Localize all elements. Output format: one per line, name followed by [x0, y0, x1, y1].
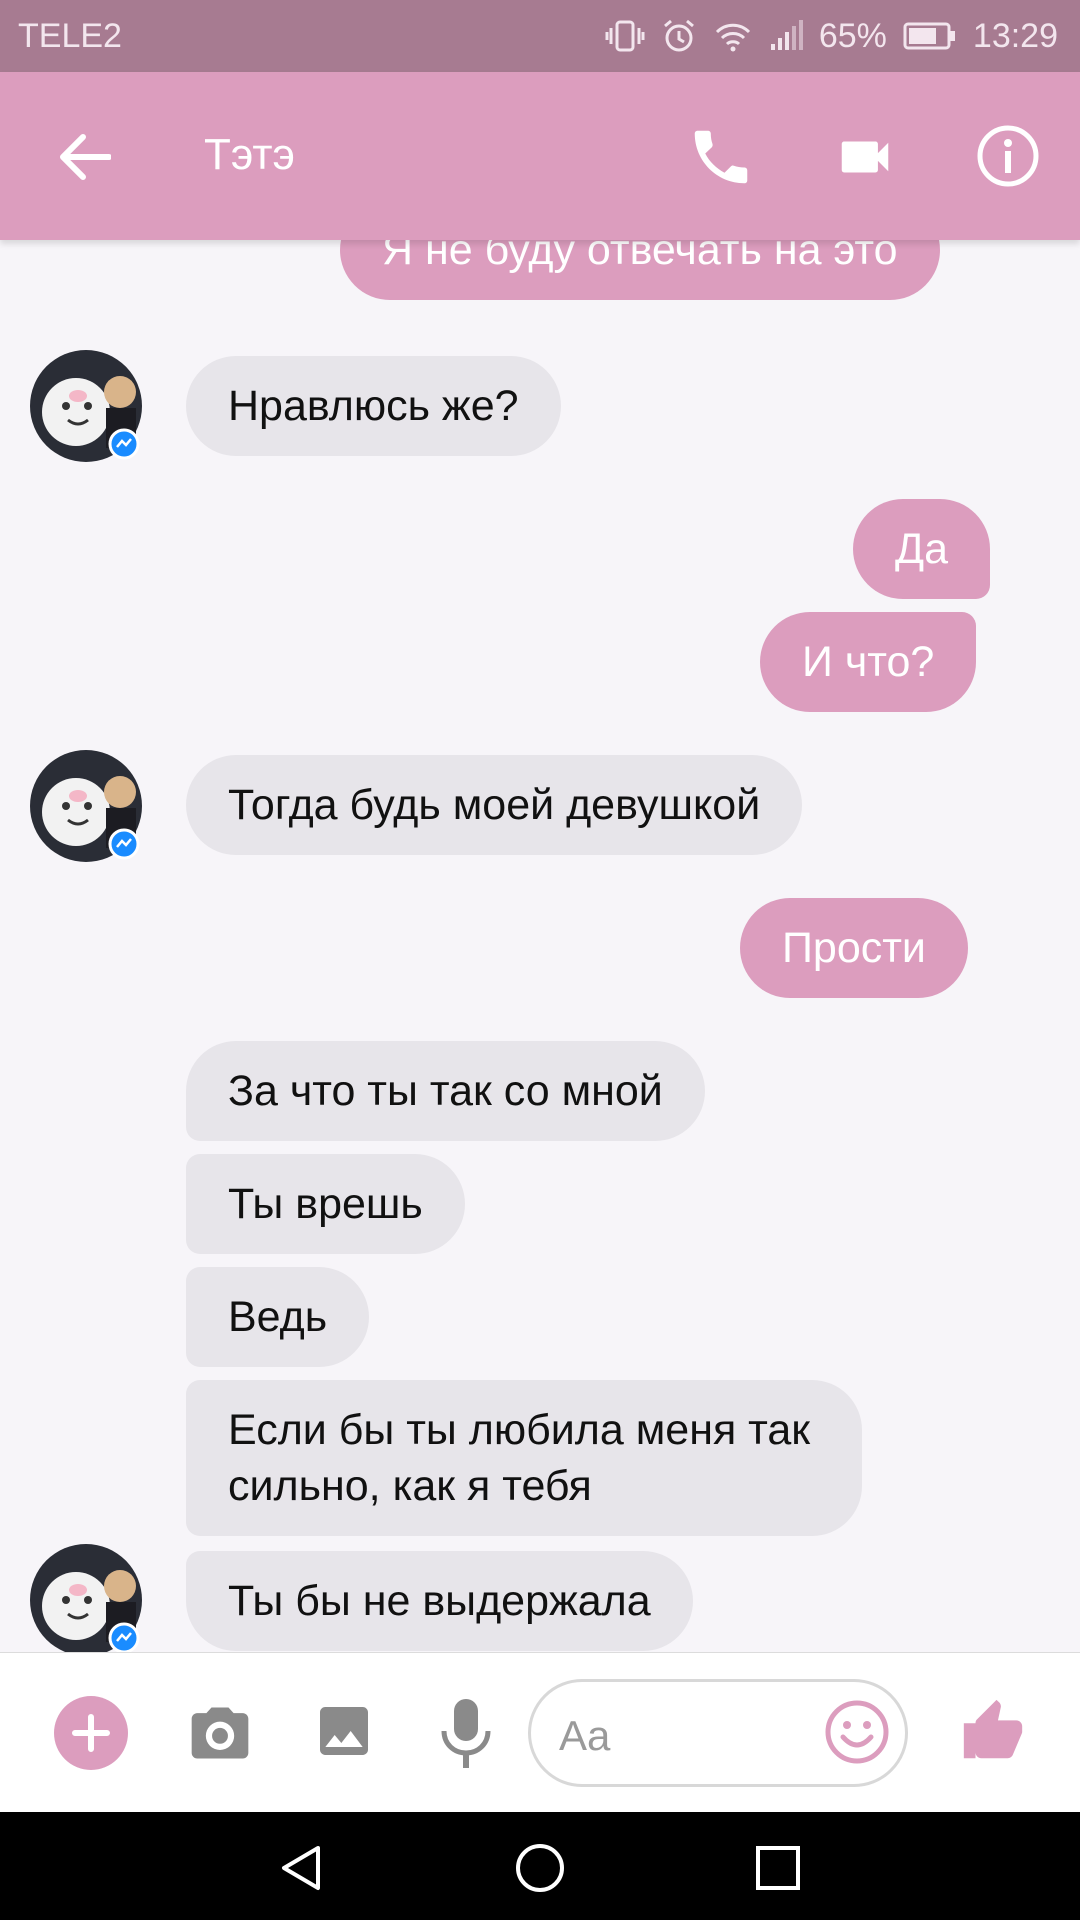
message-outgoing[interactable]: И что? [760, 612, 977, 712]
thumbs-up-icon[interactable] [958, 1693, 1028, 1771]
avatar[interactable] [28, 1542, 144, 1652]
message-incoming[interactable]: Ведь [186, 1267, 370, 1367]
message-incoming[interactable]: Нравлюсь же? [186, 356, 561, 456]
alarm-icon [661, 18, 697, 54]
image-icon[interactable] [312, 1699, 376, 1763]
avatar[interactable] [28, 748, 144, 864]
message-incoming[interactable]: Ты врешь [186, 1154, 465, 1254]
video-camera-icon[interactable] [834, 126, 896, 188]
plus-icon[interactable] [54, 1696, 128, 1770]
message-line: Если бы ты любила меня так [228, 1406, 811, 1454]
message-outgoing[interactable]: Да [853, 499, 991, 599]
vibrate-icon [605, 18, 645, 54]
camera-icon[interactable] [186, 1699, 254, 1767]
phone-icon[interactable] [686, 122, 756, 192]
status-icons: 65% 13:29 [605, 17, 1058, 56]
message-incoming[interactable]: За что ты так со мной [186, 1041, 705, 1141]
message-outgoing[interactable]: Я не буду отвечать на это [340, 240, 940, 300]
emoji-icon[interactable] [824, 1699, 890, 1765]
message-incoming[interactable]: Ты бы не выдержала [186, 1551, 693, 1651]
message-composer: Aa [0, 1652, 1080, 1812]
message-input-placeholder: Aa [559, 1712, 611, 1759]
clock: 13:29 [972, 16, 1058, 55]
microphone-icon[interactable] [440, 1697, 492, 1771]
message-incoming[interactable]: Тогда будь моей девушкой [186, 755, 803, 855]
message-incoming[interactable]: Если бы ты любила меня так сильно, как я… [186, 1380, 863, 1536]
signal-icon [769, 20, 803, 52]
contact-name[interactable]: Тэтэ [204, 130, 295, 180]
info-icon[interactable] [976, 124, 1040, 188]
home-circle-icon[interactable] [514, 1842, 566, 1894]
wifi-icon [713, 18, 753, 54]
recents-square-icon[interactable] [752, 1842, 804, 1894]
battery-percent: 65% [818, 16, 887, 55]
avatar[interactable] [28, 348, 144, 464]
message-list[interactable]: Я не буду отвечать на это Нравлюсь же? Д… [0, 240, 1080, 1652]
message-outgoing[interactable]: Прости [740, 898, 968, 998]
battery-icon [903, 21, 957, 51]
status-bar: TELE2 65% 13:29 [0, 0, 1080, 72]
message-line: сильно, как я тебя [228, 1462, 592, 1510]
back-arrow-icon[interactable] [52, 124, 118, 190]
carrier-name: TELE2 [18, 16, 122, 55]
chat-header: Тэтэ [0, 72, 1080, 240]
back-triangle-icon[interactable] [276, 1842, 328, 1894]
system-navigation-bar [0, 1812, 1080, 1920]
